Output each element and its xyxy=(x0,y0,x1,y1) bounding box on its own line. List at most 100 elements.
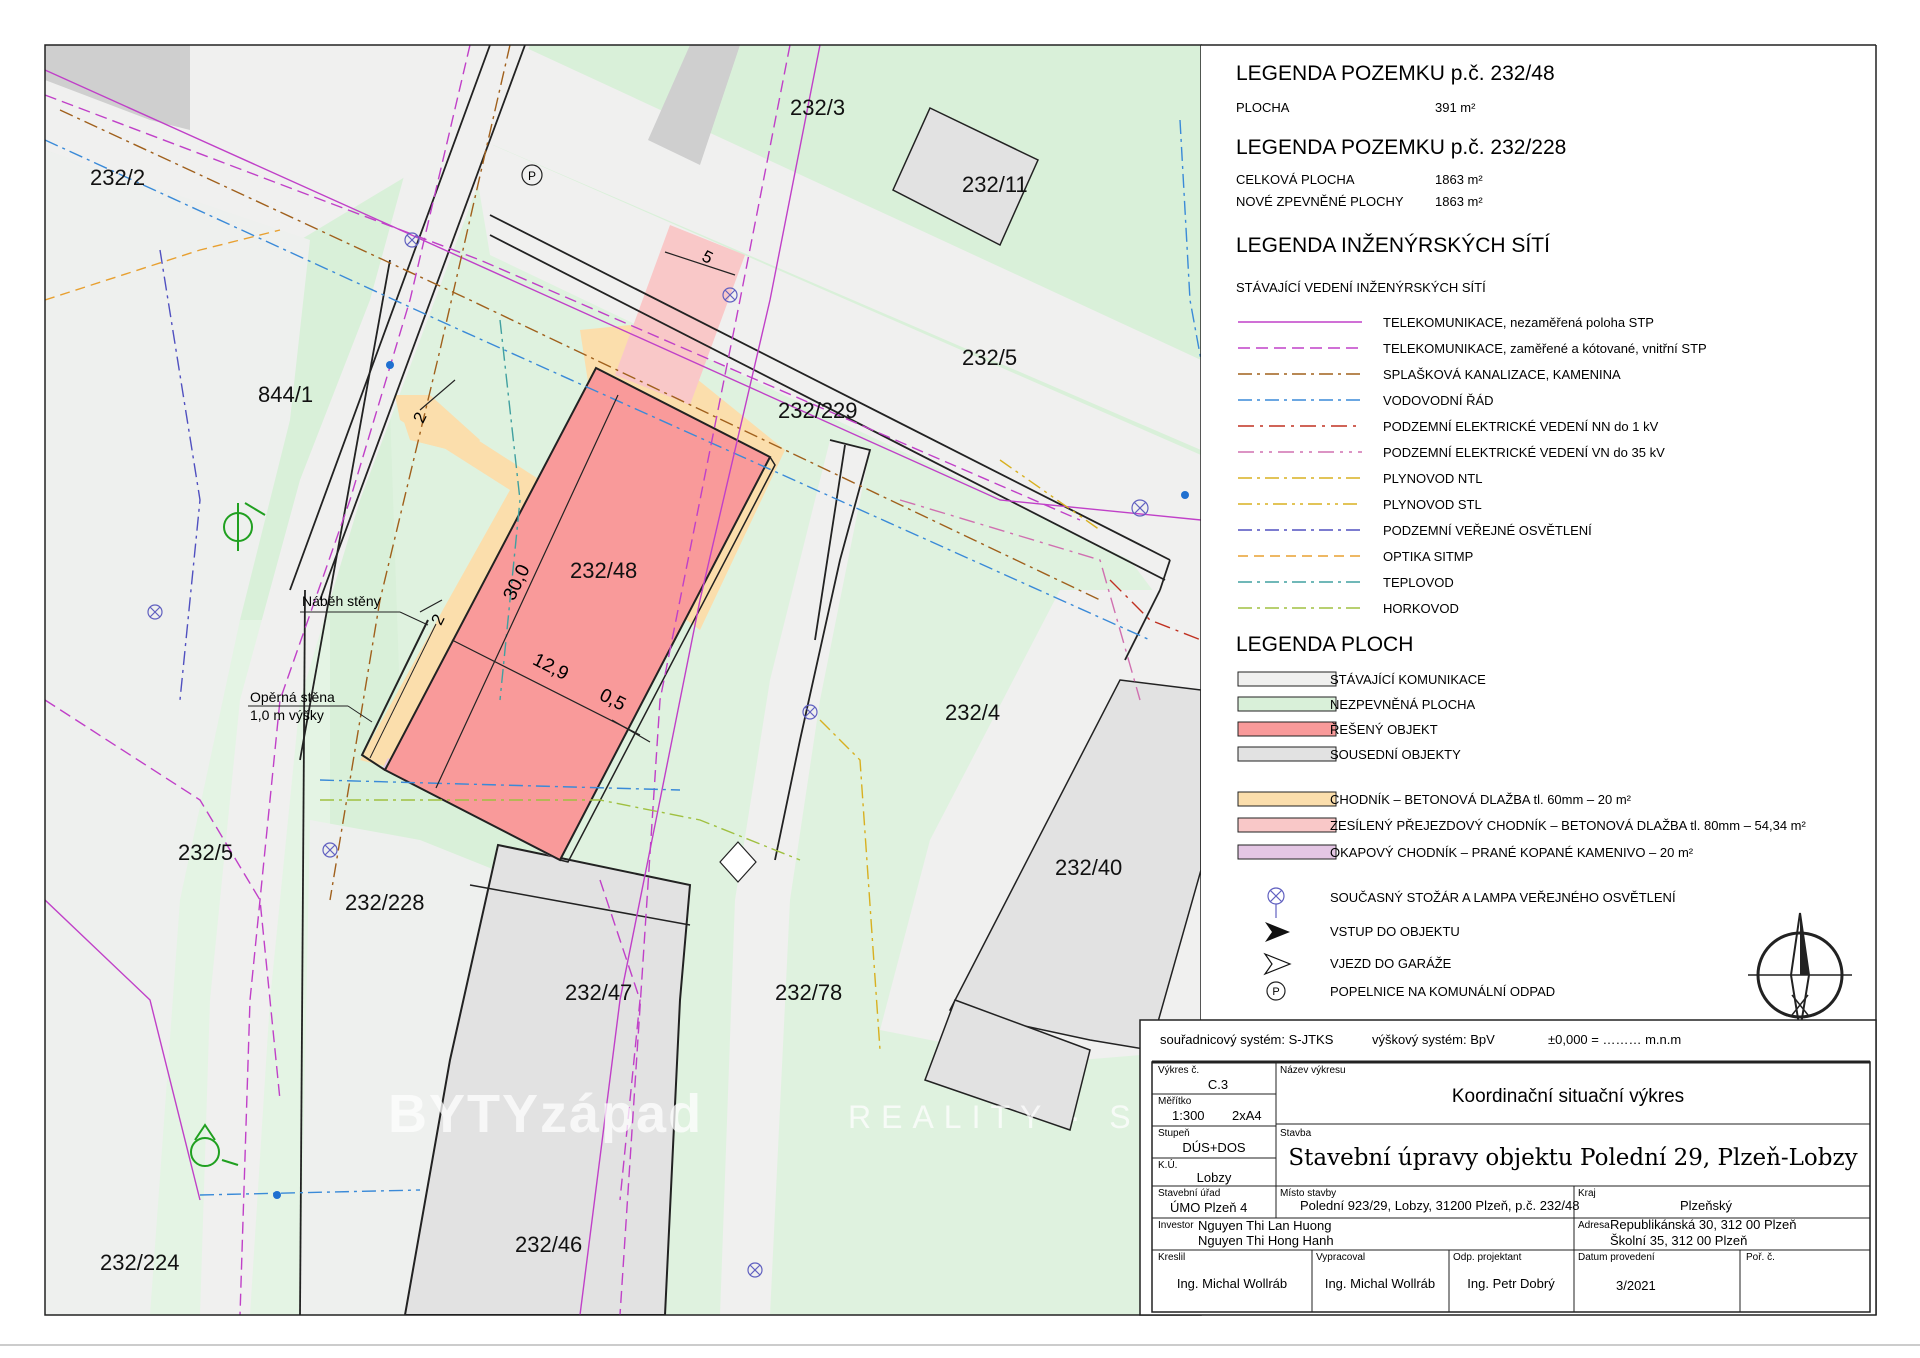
legend-area-item: ZESÍLENÝ PŘEJEZDOVÝ CHODNÍK – BETONOVÁ D… xyxy=(1237,817,1807,833)
tb-drawing-no: C.3 xyxy=(1208,1077,1228,1092)
tb-ku-label: K.Ú. xyxy=(1158,1158,1177,1171)
parcel-label: 232/40 xyxy=(1055,855,1122,880)
tb-resp-label: Odp. projektant xyxy=(1453,1252,1522,1263)
parcel-label: 232/2 xyxy=(90,165,145,190)
parcel-label: 232/3 xyxy=(790,95,845,120)
tb-investor-label: Investor xyxy=(1158,1220,1194,1231)
legend-area-label: STÁVAJÍCÍ KOMUNIKACE xyxy=(1330,672,1486,687)
legend-swatch xyxy=(1237,844,1337,860)
tb-drawing-no-label: Výkres č. xyxy=(1158,1065,1199,1076)
parcel-label: 844/1 xyxy=(258,382,313,407)
tb-building-label: Stavba xyxy=(1280,1128,1312,1139)
tb-date: 3/2021 xyxy=(1616,1278,1656,1293)
tb-investor-2: Nguyen Thi Hong Hanh xyxy=(1198,1233,1334,1248)
parcel-label: 232/47 xyxy=(565,980,632,1005)
tb-date-label: Datum provedení xyxy=(1578,1252,1655,1263)
note-retaining-height: 1,0 m výšky xyxy=(250,707,324,723)
legend-network-label: PODZEMNÍ ELEKTRICKÉ VEDENÍ VN do 35 kV xyxy=(1383,445,1665,460)
tb-address-2: Školní 35, 312 00 Plzeň xyxy=(1610,1233,1747,1248)
legend-area-label: OKAPOVÝ CHODNÍK – PRANÉ KOPANÉ KAMENIVO … xyxy=(1330,845,1694,860)
legend-area-label: ZESÍLENÝ PŘEJEZDOVÝ CHODNÍK – BETONOVÁ D… xyxy=(1330,818,1807,833)
legend-plot2-paved-value: 1863 m² xyxy=(1435,194,1483,209)
legend-area-label: ŘEŠENÝ OBJEKT xyxy=(1330,722,1438,737)
tb-coord-system: souřadnicový systém: S-JTKS xyxy=(1160,1032,1334,1047)
legend-symbol-label: VJEZD DO GARÁŽE xyxy=(1330,956,1452,971)
legend-area-item: CHODNÍK – BETONOVÁ DLAŽBA tl. 60mm – 20 … xyxy=(1237,791,1632,807)
tb-drawing-name: Koordinační situační výkres xyxy=(1452,1086,1684,1107)
legend-area-label: SOUSEDNÍ OBJEKTY xyxy=(1330,747,1461,762)
legend-networks-title: LEGENDA INŽENÝRSKÝCH SÍTÍ xyxy=(1236,234,1550,257)
legend-area-item: OKAPOVÝ CHODNÍK – PRANÉ KOPANÉ KAMENIVO … xyxy=(1237,844,1694,860)
note-wall-slope: Náběh stěny xyxy=(302,593,381,609)
legend-network-label: PODZEMNÍ VEŘEJNÉ OSVĚTLENÍ xyxy=(1383,523,1592,538)
legend-network-label: TELEKOMUNIKACE, zaměřené a kótované, vni… xyxy=(1383,341,1707,356)
legend-swatch xyxy=(1237,721,1337,737)
legend-plot-area-label: PLOCHA xyxy=(1236,100,1290,115)
tb-scale: 1:300 xyxy=(1172,1108,1205,1123)
watermark-text: REALITY · S xyxy=(848,1099,1141,1135)
legend-network-label: PLYNOVOD STL xyxy=(1383,497,1482,512)
legend-swatch xyxy=(1237,817,1337,833)
legend-plot2-paved-label: NOVÉ ZPEVNĚNÉ PLOCHY xyxy=(1236,194,1404,209)
legend-area-label: NEZPEVNĚNÁ PLOCHA xyxy=(1330,697,1476,712)
legend-network-label: PLYNOVOD NTL xyxy=(1383,471,1482,486)
tb-investor-1: Nguyen Thi Lan Huong xyxy=(1198,1218,1331,1233)
tb-office: ÚMO Plzeň 4 xyxy=(1170,1200,1247,1215)
legend-network-label: PODZEMNÍ ELEKTRICKÉ VEDENÍ NN do 1 kV xyxy=(1383,419,1659,434)
tb-ku: Lobzy xyxy=(1197,1170,1232,1185)
parcel-label: 232/5 xyxy=(962,345,1017,370)
parcel-label: 232/224 xyxy=(100,1250,180,1275)
tb-address-label: Adresa xyxy=(1578,1220,1610,1231)
tb-drawing-name-label: Název výkresu xyxy=(1280,1065,1346,1076)
parcel-label: 232/48 xyxy=(570,558,637,583)
legend-swatch xyxy=(1237,791,1337,807)
legend-network-label: TELEKOMUNIKACE, nezaměřená poloha STP xyxy=(1383,315,1654,330)
parcel-label: 232/228 xyxy=(345,890,425,915)
parcel-label: 232/5 xyxy=(178,840,233,865)
legend-bin-letter: P xyxy=(1272,986,1279,998)
tb-address-1: Republikánská 30, 312 00 Plzeň xyxy=(1610,1217,1796,1232)
legend-plot2-total-value: 1863 m² xyxy=(1435,172,1483,187)
tb-prepared-label: Vypracoval xyxy=(1316,1252,1365,1263)
legend-area-item: NEZPEVNĚNÁ PLOCHA xyxy=(1237,696,1476,712)
legend-networks-subtitle: STÁVAJÍCÍ VEDENÍ INŽENÝRSKÝCH SÍTÍ xyxy=(1236,280,1486,295)
tb-height-system: výškový systém: BpV xyxy=(1372,1032,1495,1047)
parcel-label: 232/46 xyxy=(515,1232,582,1257)
legend-plot2-title: LEGENDA POZEMKU p.č. 232/228 xyxy=(1236,136,1566,159)
legend-symbol-label: VSTUP DO OBJEKTU xyxy=(1330,924,1460,939)
note-retaining-wall: Opěrná stěna xyxy=(250,689,335,705)
legend-area-item: STÁVAJÍCÍ KOMUNIKACE xyxy=(1237,671,1486,687)
tb-scale-label: Měřítko xyxy=(1158,1096,1192,1107)
parcel-label: 232/11 xyxy=(962,172,1028,197)
legend-symbol-label: POPELNICE NA KOMUNÁLNÍ ODPAD xyxy=(1330,984,1555,999)
tb-zero-level: ±0,000 = ……… m.n.m xyxy=(1548,1032,1681,1047)
legend-swatch xyxy=(1237,746,1337,762)
legend-area-item: SOUSEDNÍ OBJEKTY xyxy=(1237,746,1461,762)
legend-plot2-total-label: CELKOVÁ PLOCHA xyxy=(1236,172,1355,187)
legend-area-item: ŘEŠENÝ OBJEKT xyxy=(1237,721,1438,737)
parcel-label: 232/4 xyxy=(945,700,1000,725)
legend-symbol-label: SOUČASNÝ STOŽÁR A LAMPA VEŘEJNÉHO OSVĚTL… xyxy=(1330,890,1676,905)
bin-letter: P xyxy=(528,169,536,183)
legend-area-label: CHODNÍK – BETONOVÁ DLAŽBA tl. 60mm – 20 … xyxy=(1330,792,1632,807)
title-block: souřadnicový systém: S-JTKS výškový syst… xyxy=(1139,1019,1877,1316)
tb-building: Stavební úpravy objektu Polední 29, Plze… xyxy=(1288,1145,1857,1171)
tb-stage-label: Stupeň xyxy=(1158,1128,1190,1139)
tb-prepared: Ing. Michal Wollráb xyxy=(1325,1276,1435,1291)
watermark-brand: BYTYzápad xyxy=(388,1084,703,1144)
tb-seq-label: Poř. č. xyxy=(1746,1252,1775,1263)
tb-resp: Ing. Petr Dobrý xyxy=(1467,1276,1555,1291)
parcel-label: 232/229 xyxy=(778,398,858,423)
legend-network-label: VODOVODNÍ ŘÁD xyxy=(1383,393,1494,408)
legend-network-label: HORKOVOD xyxy=(1383,601,1459,616)
legend-swatch xyxy=(1237,671,1337,687)
tb-region: Plzeňský xyxy=(1680,1198,1733,1213)
legend-network-label: SPLAŠKOVÁ KANALIZACE, KAMENINA xyxy=(1383,367,1621,382)
site-plan-drawing: P 30,0 12,9 0,5 2 2 5 Náběh stěny Opěrná… xyxy=(0,44,1920,1346)
legend-areas-title: LEGENDA PLOCH xyxy=(1236,633,1413,656)
tb-stage: DÚS+DOS xyxy=(1182,1140,1246,1155)
tb-drew-label: Kreslil xyxy=(1158,1252,1185,1263)
tb-office-label: Stavební úřad xyxy=(1158,1188,1220,1199)
tb-place: Polední 923/29, Lobzy, 31200 Plzeň, p.č.… xyxy=(1300,1198,1579,1213)
legend-plot-title: LEGENDA POZEMKU p.č. 232/48 xyxy=(1236,62,1555,85)
